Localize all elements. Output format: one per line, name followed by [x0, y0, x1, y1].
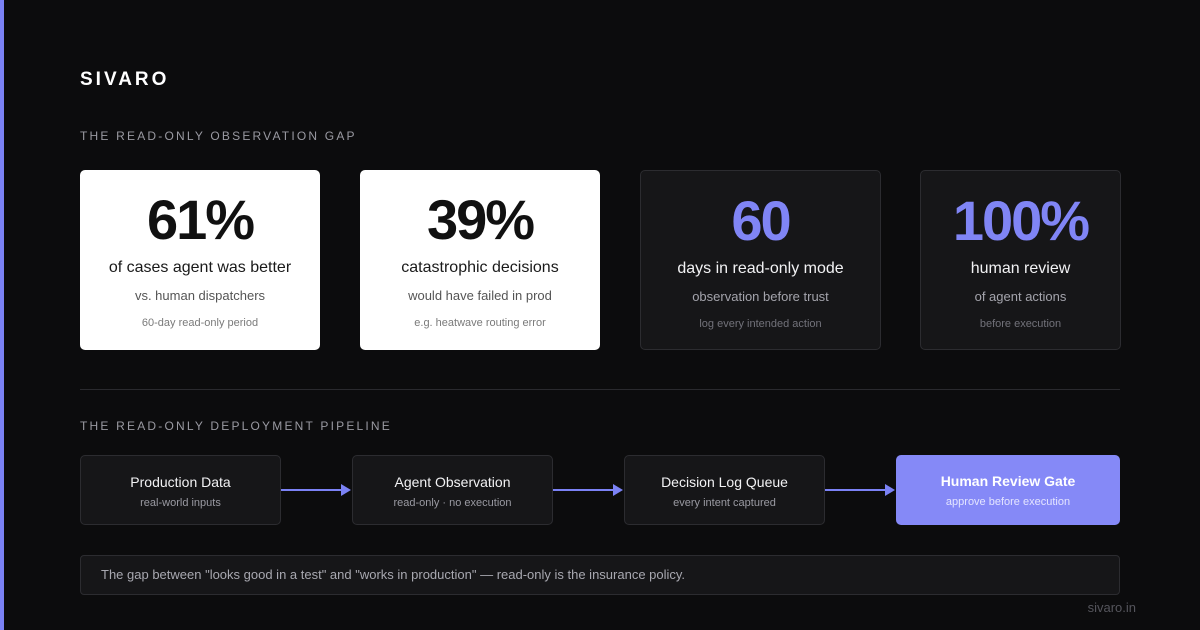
- stat-title: human review: [970, 260, 1071, 277]
- pipeline-step-sub: approve before execution: [945, 496, 1071, 508]
- pipeline-step-label: Human Review Gate: [940, 473, 1076, 489]
- insurance-footnote: The gap between "looks good in a test" a…: [80, 555, 1120, 595]
- stat-title: of cases agent was better: [108, 259, 292, 276]
- pipeline-arrow: [825, 484, 895, 496]
- stat-value: 39%: [426, 188, 535, 251]
- stat-subtitle: vs. human dispatchers: [134, 288, 266, 303]
- pipeline-step-agent-observation: Agent Observation read-only · no executi…: [352, 455, 553, 525]
- pipeline-step-decision-log: Decision Log Queue every intent captured: [624, 455, 825, 525]
- stat-subtitle: of agent actions: [974, 289, 1067, 304]
- stat-card-days-readonly: 60 days in read-only mode observation be…: [640, 170, 881, 350]
- stat-note: e.g. heatwave routing error: [414, 317, 546, 329]
- pipeline-step-sub: real-world inputs: [140, 497, 221, 509]
- stat-card-catastrophic: 39% catastrophic decisions would have fa…: [360, 170, 600, 350]
- stat-note: log every intended action: [699, 318, 822, 330]
- pipeline-arrow: [553, 484, 623, 496]
- stat-subtitle: would have failed in prod: [408, 288, 552, 303]
- pipeline-step-label: Decision Log Queue: [661, 474, 788, 490]
- pipeline-section-label: THE READ-ONLY DEPLOYMENT PIPELINE: [80, 419, 392, 433]
- pipeline-arrow: [281, 484, 351, 496]
- accent-bar: [0, 0, 4, 630]
- pipeline-step-human-review-gate: Human Review Gate approve before executi…: [896, 455, 1120, 525]
- brand-logo: SIVARO: [80, 69, 170, 90]
- pipeline-step-sub: read-only · no execution: [393, 497, 512, 509]
- stat-note: before execution: [979, 318, 1062, 330]
- stat-card-human-review: 100% human review of agent actions befor…: [920, 170, 1121, 350]
- stat-note: 60-day read-only period: [141, 317, 259, 329]
- stat-card-agent-better: 61% of cases agent was better vs. human …: [80, 170, 320, 350]
- stat-subtitle: observation before trust: [692, 289, 829, 304]
- pipeline-step-label: Agent Observation: [394, 474, 511, 490]
- stat-title: catastrophic decisions: [401, 259, 559, 276]
- pipeline-step-production-data: Production Data real-world inputs: [80, 455, 281, 525]
- pipeline-step-sub: every intent captured: [673, 497, 776, 509]
- stat-value: 100%: [952, 189, 1090, 252]
- stat-title: days in read-only mode: [677, 260, 844, 277]
- site-url: sivaro.in: [1087, 600, 1136, 615]
- section-divider: [80, 389, 1120, 390]
- stat-value: 60: [731, 189, 791, 252]
- stat-value: 61%: [146, 188, 255, 251]
- gap-section-label: THE READ-ONLY OBSERVATION GAP: [80, 129, 357, 143]
- pipeline-step-label: Production Data: [130, 474, 231, 490]
